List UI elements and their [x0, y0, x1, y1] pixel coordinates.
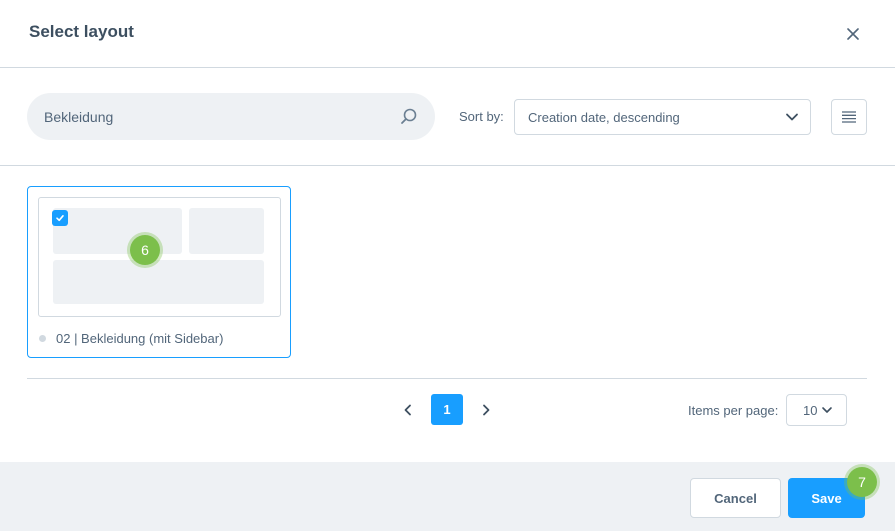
step-marker-badge: 6	[130, 235, 160, 265]
layout-select-checkbox[interactable]	[52, 210, 68, 226]
preview-block	[53, 208, 182, 254]
list-view-icon	[842, 111, 856, 123]
chevron-down-icon	[822, 407, 832, 413]
items-per-page-value: 10	[803, 403, 818, 418]
preview-block	[53, 260, 264, 304]
step-marker-badge: 7	[847, 467, 877, 497]
items-per-page-select[interactable]: 10	[786, 394, 847, 426]
cancel-button[interactable]: Cancel	[690, 478, 781, 518]
chevron-right-icon	[483, 404, 490, 416]
chevron-down-icon	[786, 113, 798, 121]
sort-label: Sort by:	[459, 109, 504, 124]
previous-page-button[interactable]	[400, 402, 416, 418]
layout-card[interactable]: 6 02 | Bekleidung (mit Sidebar)	[27, 186, 291, 358]
close-button[interactable]	[840, 21, 866, 47]
preview-block	[189, 208, 264, 254]
toolbar: Sort by: Creation date, descending	[0, 68, 895, 166]
modal-title: Select layout	[29, 22, 134, 41]
search-field[interactable]	[27, 93, 435, 140]
checkmark-icon	[56, 215, 64, 222]
list-view-toggle-button[interactable]	[831, 99, 867, 135]
modal-footer: Cancel Save 7	[0, 462, 895, 531]
search-input[interactable]	[44, 107, 384, 127]
modal-header: Select layout	[0, 0, 895, 68]
sort-select[interactable]: Creation date, descending	[514, 99, 811, 135]
chevron-left-icon	[404, 404, 411, 416]
sort-select-value: Creation date, descending	[528, 110, 680, 125]
search-icon[interactable]	[399, 107, 419, 127]
items-per-page-label: Items per page:	[688, 403, 779, 418]
close-icon	[847, 28, 859, 40]
divider	[27, 378, 867, 379]
select-layout-modal: Select layout Sort by: Creation date, de…	[0, 0, 895, 531]
layout-name: 02 | Bekleidung (mit Sidebar)	[56, 331, 224, 346]
next-page-button[interactable]	[478, 402, 494, 418]
status-dot	[39, 335, 46, 342]
page-button-current[interactable]: 1	[431, 394, 463, 425]
layout-preview	[38, 197, 281, 317]
